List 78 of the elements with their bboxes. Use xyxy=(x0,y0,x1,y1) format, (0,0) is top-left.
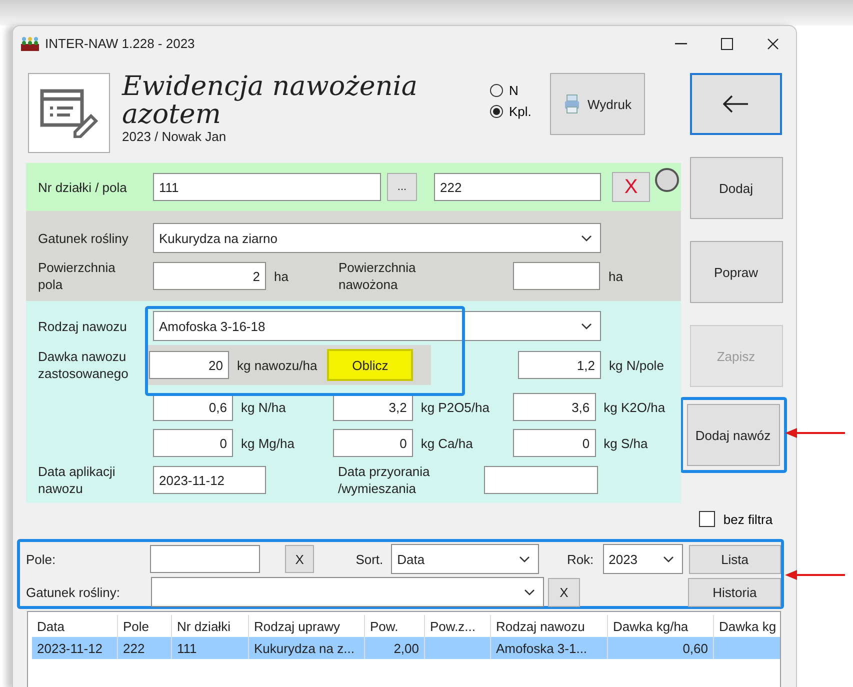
input-field[interactable]: 0 xyxy=(512,429,596,457)
label: Data aplikacji nawozu xyxy=(38,463,116,497)
label: Nr działki / pola xyxy=(38,180,128,194)
radio-option[interactable]: Kpl. xyxy=(490,104,550,119)
sort-dropdown[interactable]: Data xyxy=(391,544,540,574)
arrow xyxy=(785,427,845,439)
label: Rodzaj nawozu xyxy=(38,318,128,334)
input-field[interactable]: 3,6 xyxy=(512,393,596,421)
back-arrow-icon xyxy=(723,95,749,113)
clear-button[interactable]: X xyxy=(612,172,650,202)
date-field[interactable] xyxy=(484,466,598,494)
unit-label: kg S/ha xyxy=(604,436,649,450)
label: kg nawozu/ha xyxy=(237,358,318,372)
table-cell: 2023-11-12 xyxy=(32,637,118,659)
chevron-down-icon xyxy=(581,234,592,242)
input-field[interactable]: 20 xyxy=(149,351,229,379)
chevron-down-icon xyxy=(581,322,592,330)
label: ha xyxy=(274,268,288,284)
back-button[interactable] xyxy=(690,73,782,135)
crop-dropdown[interactable]: Kukurydza na ziarno xyxy=(153,223,601,253)
label: Sort. xyxy=(356,552,384,566)
form-icon xyxy=(28,73,110,153)
input-field[interactable]: 0 xyxy=(332,429,413,457)
status-indicator xyxy=(655,168,679,192)
unit-label: kg P2O5/ha xyxy=(420,400,490,414)
list-button[interactable]: Lista xyxy=(688,544,781,574)
browse-button[interactable]: ... xyxy=(387,173,417,201)
no-filter-checkbox[interactable]: bez filtra xyxy=(699,511,773,527)
year-dropdown[interactable]: 2023 xyxy=(602,544,683,574)
side-button[interactable]: Dodaj nawóz xyxy=(686,404,780,466)
label: Data przyorania /wymieszania xyxy=(338,463,431,497)
input-field[interactable]: 0 xyxy=(153,429,233,457)
clear-button[interactable]: X xyxy=(285,545,314,573)
arrow xyxy=(785,569,845,581)
unit-label: kg K2O/ha xyxy=(604,400,666,414)
input-field[interactable]: 222 xyxy=(434,173,601,201)
fertilizer-dropdown[interactable]: Amofoska 3-16-18 xyxy=(153,311,601,341)
unit-label: kg Ca/ha xyxy=(420,436,474,450)
table-row[interactable]: 2023-11-12 222 111 Kukurydza na z... 2,00 Amofoska 3-1... 0,60 xyxy=(32,637,780,659)
table-cell: 222 xyxy=(118,637,172,659)
crop-filter-dropdown[interactable] xyxy=(150,577,544,607)
field-filter[interactable] xyxy=(150,545,260,573)
label: kg N/pole xyxy=(609,358,664,372)
window-title: INTER-NAW 1.228 - 2023 xyxy=(45,36,195,51)
label: Powierzchnia nawożona xyxy=(338,259,417,293)
label: Pole: xyxy=(26,552,57,566)
chevron-down-icon xyxy=(524,588,534,596)
table-cell: 0,60 xyxy=(608,637,714,659)
form-title: Ewidencja nawożenia azotem xyxy=(122,73,418,129)
clear-button[interactable]: X xyxy=(548,578,580,606)
form-subtitle: 2023 / Nowak Jan xyxy=(122,129,228,144)
radio-option[interactable]: N xyxy=(490,83,550,98)
label: Gatunek rośliny: xyxy=(26,584,121,600)
chevron-down-icon xyxy=(519,556,530,562)
input-field[interactable] xyxy=(513,262,600,290)
date-field[interactable]: 2023-11-12 xyxy=(153,466,266,494)
side-button[interactable]: Popraw xyxy=(690,241,782,303)
table-cell: Kukurydza na z... xyxy=(249,637,365,659)
label: Rok: xyxy=(566,552,594,566)
side-button[interactable]: Dodaj xyxy=(690,157,782,219)
input-field[interactable]: 2 xyxy=(153,262,266,290)
label: Dawka nawozu zastosowanego xyxy=(38,348,130,382)
input-field[interactable]: 1,2 xyxy=(518,351,601,379)
label: Gatunek rośliny xyxy=(38,230,130,246)
table-cell: 2,00 xyxy=(365,637,425,659)
label: Powierzchnia pola xyxy=(38,259,116,293)
input-field[interactable]: 111 xyxy=(153,173,381,201)
table-cell: 111 xyxy=(172,637,249,659)
print-button[interactable]: Wydruk xyxy=(550,73,645,135)
printer-icon xyxy=(564,94,580,114)
calculate-button[interactable]: Oblicz xyxy=(327,349,414,381)
history-button[interactable]: Historia xyxy=(688,578,781,606)
unit-label: kg Mg/ha xyxy=(241,436,296,450)
app-logo-icon xyxy=(21,36,39,50)
chevron-down-icon xyxy=(662,556,674,562)
unit-label: kg N/ha xyxy=(241,400,287,414)
label: ha xyxy=(608,268,623,284)
table-cell: Amofoska 3-1... xyxy=(491,637,608,659)
